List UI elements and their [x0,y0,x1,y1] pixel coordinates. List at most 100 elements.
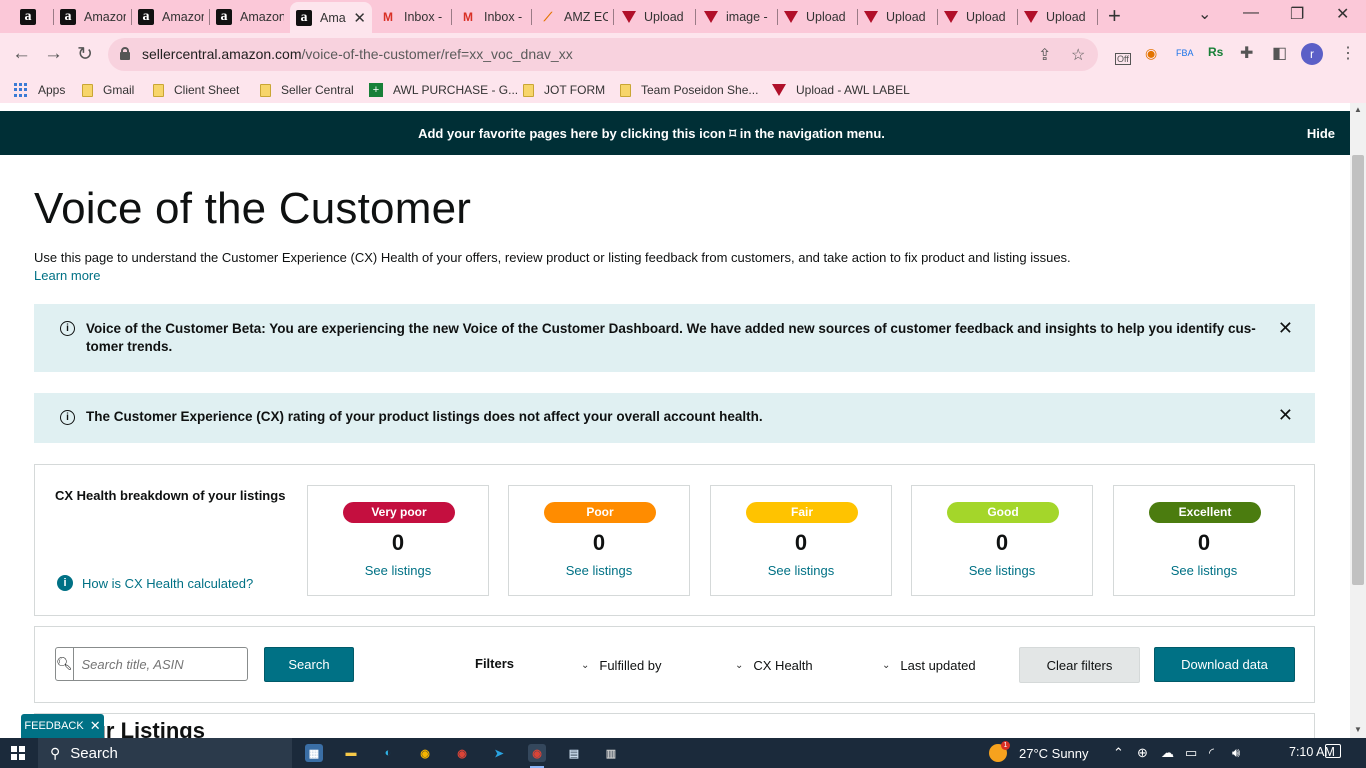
close-icon[interactable]: ✕ [1278,319,1293,337]
feedback-button[interactable]: FEEDBACK ✕ [21,714,104,738]
bookmarks-bar: Apps Gmail Client Sheet Seller Central +… [0,77,1366,103]
cx-badge: Fair [746,502,858,523]
clear-filters-button[interactable]: Clear filters [1019,647,1140,683]
bookmark-team-poseidon[interactable]: Team Poseidon She... [620,83,758,97]
cx-alert-text: The Customer Experience (CX) rating of y… [86,409,763,424]
gmail-icon: M [463,10,473,24]
close-icon[interactable]: ✕ [90,718,101,734]
lock-icon[interactable] [120,47,130,60]
browser-tab[interactable]: M Inbox - [374,4,452,30]
bookmark-seller-central[interactable]: Seller Central [260,83,354,97]
extension-circle-icon[interactable]: ◉ [1145,45,1157,62]
onedrive-cloud-icon[interactable]: ☁ [1161,745,1174,761]
see-listings-link[interactable]: See listings [711,563,891,578]
battery-icon[interactable]: ▭ [1185,745,1197,761]
scrollbar-thumb[interactable] [1352,155,1364,585]
bookmark-awl-purchase[interactable]: + AWL PURCHASE - G... [369,83,518,97]
forward-arrow-icon[interactable]: → [44,43,63,65]
search-button[interactable]: Search [264,647,354,682]
back-arrow-icon[interactable]: ← [12,43,31,65]
cx-health-heading: CX Health breakdown of your listings [55,488,286,503]
side-panel-icon[interactable]: ◧ [1272,43,1287,63]
new-tab-button[interactable]: + [1108,5,1121,27]
windows-start-icon[interactable] [11,746,25,760]
bookmark-client-sheet[interactable]: Client Sheet [153,83,239,97]
see-listings-link[interactable]: See listings [912,563,1092,578]
last-updated-dropdown[interactable]: ⌄ Last updated [882,658,976,673]
tab-search-chevron-icon[interactable]: ⌄ [1198,4,1211,24]
amazon-a-icon: a [296,9,312,26]
search-input[interactable] [73,648,260,680]
extension-rs-icon[interactable]: Rs [1208,45,1223,59]
taskbar-search[interactable]: ⚲ Search [38,738,292,768]
see-listings-link[interactable]: See listings [509,563,689,578]
scroll-down-arrow-icon[interactable]: ▼ [1354,725,1362,734]
fulfilled-by-dropdown[interactable]: ⌄ Fulfilled by [581,658,662,673]
google-sheets-icon: + [369,83,383,97]
browser-tab[interactable]: Upload [616,4,696,30]
cx-health-dropdown[interactable]: ⌄ CX Health [735,658,813,673]
see-listings-link[interactable]: See listings [308,563,488,578]
see-listings-link[interactable]: See listings [1114,563,1294,578]
cx-health-help-link[interactable]: i How is CX Health calculated? [57,575,253,591]
browser-tab-active[interactable]: a Ama ✕ [290,2,372,33]
chrome-icon[interactable]: ◉ [416,744,434,762]
restore-button[interactable]: ❐ [1290,4,1304,24]
bookmark-gmail[interactable]: Gmail [82,83,134,97]
bookmark-star-icon[interactable]: ☆ [1071,45,1085,65]
chrome-profile-icon[interactable]: ◉ [453,744,471,762]
browser-tab[interactable]: a Amazon [210,4,290,30]
extension-fba-icon[interactable]: FBA [1176,48,1194,58]
cx-count: 0 [391,530,405,555]
bookmark-jot-form[interactable]: JOT FORM [523,83,605,97]
share-icon[interactable]: ⇪ [1038,45,1051,65]
profile-avatar[interactable]: r [1301,43,1323,65]
browser-tab[interactable]: a Amazon [132,4,210,30]
learn-more-link[interactable]: Learn more [34,268,100,283]
chrome-active-icon[interactable]: ◉ [528,744,546,768]
bookmark-apps[interactable]: Apps [14,83,65,97]
reload-icon[interactable]: ↻ [77,43,93,66]
volume-icon[interactable]: 🔊︎ [1232,745,1240,761]
edge-icon[interactable]: ◐ [379,744,397,762]
browser-tab[interactable]: Upload [858,4,938,30]
browser-tab[interactable]: Upload [778,4,858,30]
browser-tab[interactable]: Upload [1018,4,1098,30]
browser-menu-icon[interactable]: ⋮ [1340,43,1356,63]
close-icon[interactable]: ✕ [1278,406,1293,424]
browser-tab[interactable]: M Inbox - [454,4,532,30]
minimize-button[interactable]: — [1243,4,1259,22]
notification-icon[interactable] [1325,744,1341,758]
extension-off-badge[interactable]: Off [1115,53,1131,65]
browser-tab-strip: a a Amazon a Amazon a Amazon a Ama ✕ M I… [0,0,1366,33]
extensions-puzzle-icon[interactable]: ✚ [1240,43,1253,63]
download-data-button[interactable]: Download data [1154,647,1295,682]
browser-tab[interactable]: ⟋ AMZ EC [534,4,614,30]
scroll-up-arrow-icon[interactable]: ▲ [1354,105,1362,114]
browser-tab[interactable]: a Amazon [54,4,132,30]
hide-banner-button[interactable]: Hide [1307,126,1335,141]
cx-badge: Excellent [1149,502,1261,523]
close-window-button[interactable]: ✕ [1336,4,1349,24]
wifi-icon[interactable]: ◜ [1209,745,1214,761]
browser-tab[interactable]: a [14,4,54,30]
cx-count: 0 [1197,530,1211,555]
browser-tab[interactable]: image - [698,4,778,30]
file-explorer-icon[interactable]: ▬ [342,744,360,762]
amazon-a-icon: a [138,9,154,25]
browser-tab[interactable]: Upload [938,4,1018,30]
search-icon: 🔍︎ [56,648,74,680]
weather-widget[interactable]: 1 27°C Sunny [989,741,1089,762]
tray-chevron-up-icon[interactable]: ⌃ [1113,745,1124,761]
calculator-icon[interactable]: ▥ [602,744,620,762]
notepad-icon[interactable]: ▤ [565,744,583,762]
telegram-icon[interactable]: ➤ [490,744,508,762]
address-bar[interactable]: sellercentral.amazon.com/voice-of-the-cu… [108,38,1098,71]
task-view-icon[interactable]: ▦ [305,744,323,762]
cx-card-poor: Poor 0 See listings [508,485,690,596]
page-scrollbar[interactable]: ▲ ▼ [1350,103,1366,738]
bookmark-upload-awl-label[interactable]: Upload - AWL LABEL [772,83,910,97]
search-icon: ⚲ [50,744,61,761]
close-tab-icon[interactable]: ✕ [353,9,366,27]
tray-app-icon[interactable]: ⊕ [1137,745,1148,761]
